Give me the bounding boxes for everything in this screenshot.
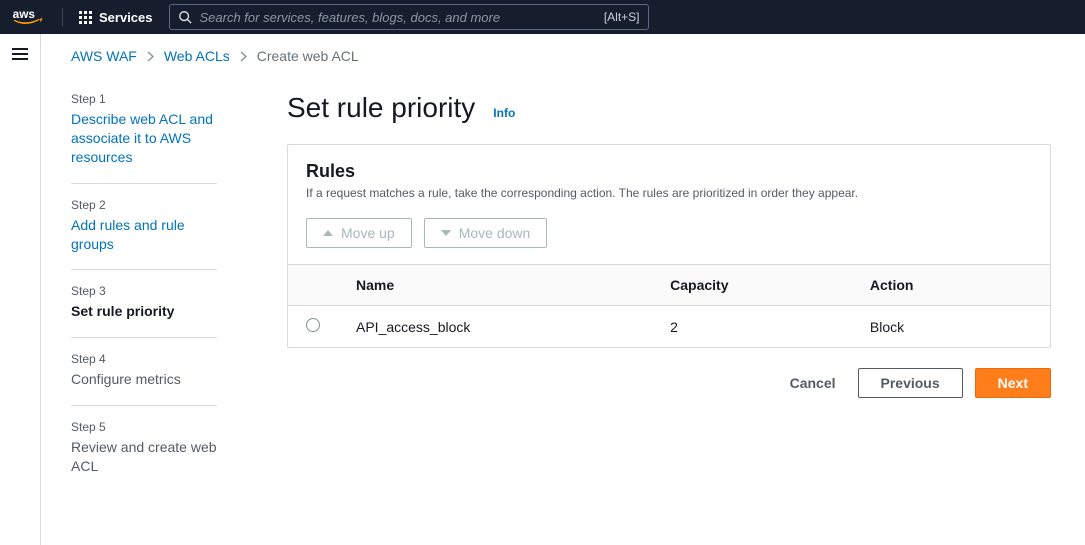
triangle-up-icon <box>323 230 333 236</box>
breadcrumb-link[interactable]: Web ACLs <box>164 48 230 64</box>
triangle-down-icon <box>441 230 451 236</box>
wizard-step-1: Step 1 Describe web ACL and associate it… <box>71 92 217 183</box>
cell-capacity: 2 <box>652 306 852 348</box>
wizard-step-5: Step 5 Review and create web ACL <box>71 405 217 492</box>
button-label: Move up <box>341 225 395 241</box>
services-label: Services <box>99 10 153 25</box>
nav-divider <box>62 8 63 26</box>
cell-action: Block <box>852 306 1050 348</box>
button-label: Move down <box>459 225 531 241</box>
column-header-select <box>288 265 338 306</box>
panel-title: Rules <box>306 161 1032 182</box>
cancel-button[interactable]: Cancel <box>780 375 846 391</box>
step-label: Step 4 <box>71 352 217 366</box>
step-label: Step 2 <box>71 198 217 212</box>
step-label: Step 1 <box>71 92 217 106</box>
wizard-step-4: Step 4 Configure metrics <box>71 337 217 405</box>
row-select-radio[interactable] <box>306 318 320 332</box>
search-input[interactable] <box>200 10 596 25</box>
column-header-capacity: Capacity <box>652 265 852 306</box>
chevron-right-icon <box>147 51 154 62</box>
table-row: API_access_block 2 Block <box>288 306 1050 348</box>
breadcrumb: AWS WAF Web ACLs Create web ACL <box>71 48 1051 64</box>
svg-text:aws: aws <box>13 7 36 21</box>
next-button[interactable]: Next <box>975 368 1051 398</box>
step-title[interactable]: Add rules and rule groups <box>71 216 217 254</box>
search-icon <box>178 10 192 24</box>
services-menu-button[interactable]: Services <box>79 10 153 25</box>
top-nav: aws Services [Alt+S] <box>0 0 1085 34</box>
search-shortcut-hint: [Alt+S] <box>604 10 640 24</box>
step-title[interactable]: Describe web ACL and associate it to AWS… <box>71 110 217 167</box>
wizard-footer: Cancel Previous Next <box>287 368 1051 398</box>
breadcrumb-current: Create web ACL <box>257 48 359 64</box>
side-nav-toggle[interactable] <box>12 48 28 60</box>
cell-name: API_access_block <box>338 306 652 348</box>
rules-panel: Rules If a request matches a rule, take … <box>287 144 1051 348</box>
move-down-button[interactable]: Move down <box>424 218 548 248</box>
rules-table: Name Capacity Action API_access_block 2 … <box>288 264 1050 347</box>
step-title: Review and create web ACL <box>71 438 217 476</box>
panel-description: If a request matches a rule, take the co… <box>306 186 1032 200</box>
left-rail <box>0 34 41 545</box>
column-header-action: Action <box>852 265 1050 306</box>
page-title: Set rule priority <box>287 92 475 124</box>
aws-logo[interactable]: aws <box>12 7 46 27</box>
step-label: Step 5 <box>71 420 217 434</box>
wizard-steps: Step 1 Describe web ACL and associate it… <box>71 92 217 492</box>
wizard-step-3: Step 3 Set rule priority <box>71 269 217 337</box>
step-title: Set rule priority <box>71 302 217 321</box>
move-up-button[interactable]: Move up <box>306 218 412 248</box>
info-link[interactable]: Info <box>493 106 515 120</box>
grid-icon <box>79 11 92 24</box>
previous-button[interactable]: Previous <box>858 368 963 398</box>
breadcrumb-link[interactable]: AWS WAF <box>71 48 137 64</box>
step-label: Step 3 <box>71 284 217 298</box>
step-title: Configure metrics <box>71 370 217 389</box>
global-search[interactable]: [Alt+S] <box>169 4 649 30</box>
aws-logo-icon: aws <box>12 7 46 27</box>
column-header-name: Name <box>338 265 652 306</box>
wizard-step-2: Step 2 Add rules and rule groups <box>71 183 217 270</box>
chevron-right-icon <box>240 51 247 62</box>
